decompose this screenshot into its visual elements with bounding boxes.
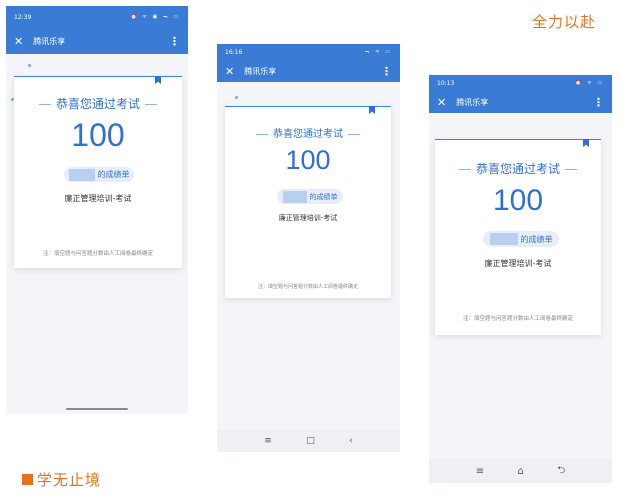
report-pill: 的成绩单 [483,231,559,247]
report-pill: 的成绩单 [64,167,134,182]
status-time: 10:13 [437,79,455,87]
status-icons: ⏰ ᯤ ▣ ᯓ ▭ [130,14,180,20]
nav-bar: ≡ ⌂ ⮌ [429,459,612,483]
congrats-headline: 恭喜您通过考试 [435,160,601,177]
more-vertical-icon[interactable]: ⋮ [593,97,604,108]
report-label: 的成绩单 [309,192,338,201]
bookmark-flag-icon [155,76,161,84]
menu-nav-icon[interactable]: ≡ [264,436,272,446]
decor-line-right [348,133,360,135]
more-vertical-icon[interactable]: ⋮ [381,66,392,77]
gesture-bar[interactable] [66,408,128,410]
decor-line-left [458,169,471,170]
menu-nav-icon[interactable]: ≡ [476,466,484,477]
bookmark-flag-icon [583,139,589,147]
report-label: 的成绩单 [520,234,553,244]
score-value: 100 [71,117,125,153]
back-nav-icon[interactable]: ⮌ [557,463,565,480]
blurred-username [282,190,307,203]
status-time: 12:39 [14,13,32,21]
congrats-headline: 恭喜您通过考试 [225,125,391,140]
app-bar: ✕ 腾讯乐享 ⋮ [6,28,188,54]
score-card: 恭喜您通过考试 100 的成绩单 廉正管理培训-考试 注：填空题与问答题分数由人… [14,76,182,268]
score-note: 注：填空题与问答题分数由人工阅卷最终确定 [257,284,358,290]
status-bar: 10:13 ⏰ ᯤ ▭ [429,75,612,91]
status-time: 16:16 [225,48,243,56]
score-note: 注：填空题与问答题分数由人工阅卷最终确定 [42,251,153,257]
app-bar: ✕ 腾讯乐享 ⋮ [217,60,400,82]
slogan-top: 全力以赴 [532,13,597,31]
orange-square-bullet [22,474,33,485]
home-nav-icon[interactable]: □ [306,436,315,446]
status-icons: ᯓ ᯤ ▭ [364,49,392,55]
report-pill: 的成绩单 [277,189,343,204]
score-note: 注：填空题与问答题分数由人工阅卷最终确定 [462,316,573,322]
decor-line-left [38,104,51,105]
nav-bar: ≡ □ ‹ [217,430,400,452]
back-nav-icon[interactable]: ‹ [349,436,353,446]
phone-screenshot-3: 10:13 ⏰ ᯤ ▭ ✕ 腾讯乐享 ⋮ 恭喜您通过考试 100 的成绩单 廉正… [429,75,612,483]
status-icons: ⏰ ᯤ ▭ [575,80,604,86]
exam-name: 廉正管理培训-考试 [484,259,552,268]
app-bar: ✕ 腾讯乐享 ⋮ [429,91,612,113]
status-bar: 16:16 ᯓ ᯤ ▭ [217,44,400,60]
more-vertical-icon[interactable]: ⋮ [169,36,180,47]
home-nav-icon[interactable]: ⌂ [518,466,524,477]
blurred-username [489,233,518,245]
score-value: 100 [285,145,331,175]
app-title: 腾讯乐享 [456,97,489,107]
blurred-username [68,168,95,181]
decor-dot [28,64,31,67]
close-icon[interactable]: ✕ [437,97,446,108]
close-icon[interactable]: ✕ [14,36,23,47]
decor-dot [235,96,238,99]
score-card: 恭喜您通过考试 100 的成绩单 廉正管理培训-考试 注：填空题与问答题分数由人… [435,139,601,335]
decor-line-left [256,133,268,135]
phone-screenshot-1: 12:39 ⏰ ᯤ ▣ ᯓ ▭ ✕ 腾讯乐享 ⋮ 恭喜您通过考试 100 的成绩… [6,6,188,414]
exam-name: 廉正管理培训-考试 [64,194,132,203]
phone-screenshot-2: 16:16 ᯓ ᯤ ▭ ✕ 腾讯乐享 ⋮ 恭喜您通过考试 100 的成绩单 廉正… [217,44,400,452]
score-value: 100 [492,184,544,217]
slogan-bottom: 学无止境 [22,469,101,490]
status-bar: 12:39 ⏰ ᯤ ▣ ᯓ ▭ [6,6,188,28]
exam-name: 廉正管理培训-考试 [278,214,338,222]
decor-line-right [565,169,577,170]
congrats-headline: 恭喜您通过考试 [14,95,182,112]
close-icon[interactable]: ✕ [225,66,234,77]
slogan-bottom-text: 学无止境 [37,471,102,489]
app-title: 腾讯乐享 [244,66,277,76]
app-title: 腾讯乐享 [33,36,66,46]
report-label: 的成绩单 [97,170,130,179]
bookmark-flag-icon [369,106,375,114]
score-card: 恭喜您通过考试 100 的成绩单 廉正管理培训-考试 注：填空题与问答题分数由人… [225,106,391,298]
decor-line-right [145,104,157,105]
